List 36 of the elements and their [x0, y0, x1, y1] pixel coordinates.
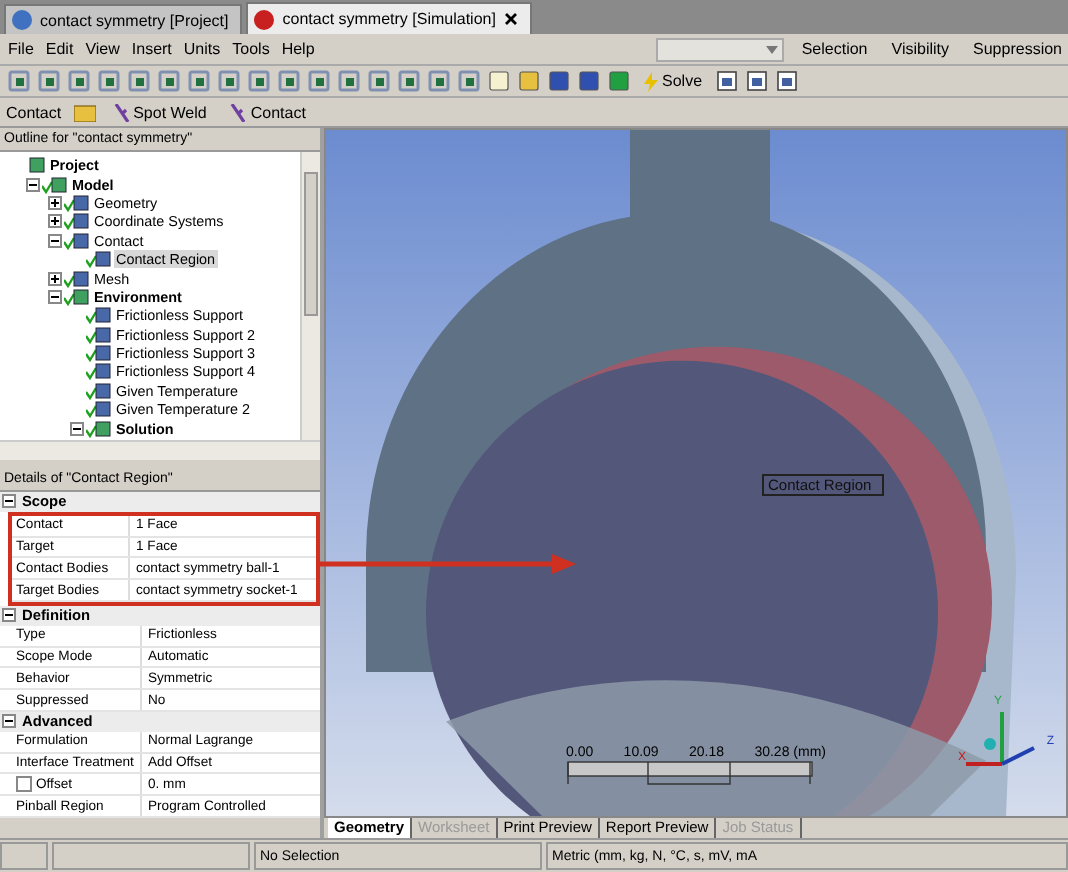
toolbar-button[interactable]: Spot Weld — [107, 100, 213, 124]
expander-icon[interactable] — [26, 177, 40, 192]
expander-icon[interactable] — [48, 195, 62, 210]
toolbar-button[interactable]: Selection — [795, 37, 874, 61]
solve-button[interactable]: Solve — [638, 69, 709, 93]
menu-item[interactable]: Units — [183, 40, 221, 58]
toolbar-button[interactable]: Contact — [224, 100, 312, 124]
close-icon[interactable] — [503, 12, 518, 26]
collapse-icon[interactable] — [2, 494, 16, 509]
expander-icon[interactable] — [70, 421, 84, 436]
scrollbar[interactable] — [0, 440, 320, 461]
expander-icon[interactable] — [48, 233, 62, 248]
expander-icon[interactable] — [48, 289, 62, 304]
menu-item[interactable]: File — [8, 40, 34, 58]
expander-icon[interactable] — [48, 271, 62, 286]
menu-item[interactable]: Edit — [45, 40, 74, 58]
collapse-icon[interactable] — [2, 714, 16, 729]
toolbar-button[interactable]: Visibility — [885, 37, 956, 61]
lightning-icon — [644, 71, 658, 91]
app-icon — [254, 9, 275, 29]
app-icon — [12, 10, 32, 30]
toolbar-button[interactable]: Suppression — [967, 37, 1068, 61]
collapse-icon[interactable] — [2, 608, 16, 623]
window-tab[interactable]: contact symmetry [Project] — [4, 4, 243, 34]
caret-icon — [765, 45, 778, 53]
menu-item[interactable]: Insert — [131, 40, 172, 58]
menu-item[interactable]: Help — [281, 40, 315, 58]
scrollbar[interactable] — [300, 152, 320, 443]
pin-icon — [230, 103, 247, 121]
pin-icon — [113, 103, 130, 121]
menu-item[interactable]: View — [85, 40, 120, 58]
expander-icon[interactable] — [48, 214, 62, 229]
toolbar-label: Contact — [6, 103, 62, 121]
window-tab[interactable]: contact symmetry [Simulation] — [246, 2, 532, 34]
checkbox[interactable] — [16, 776, 32, 793]
menu-item[interactable]: Tools — [232, 40, 270, 58]
